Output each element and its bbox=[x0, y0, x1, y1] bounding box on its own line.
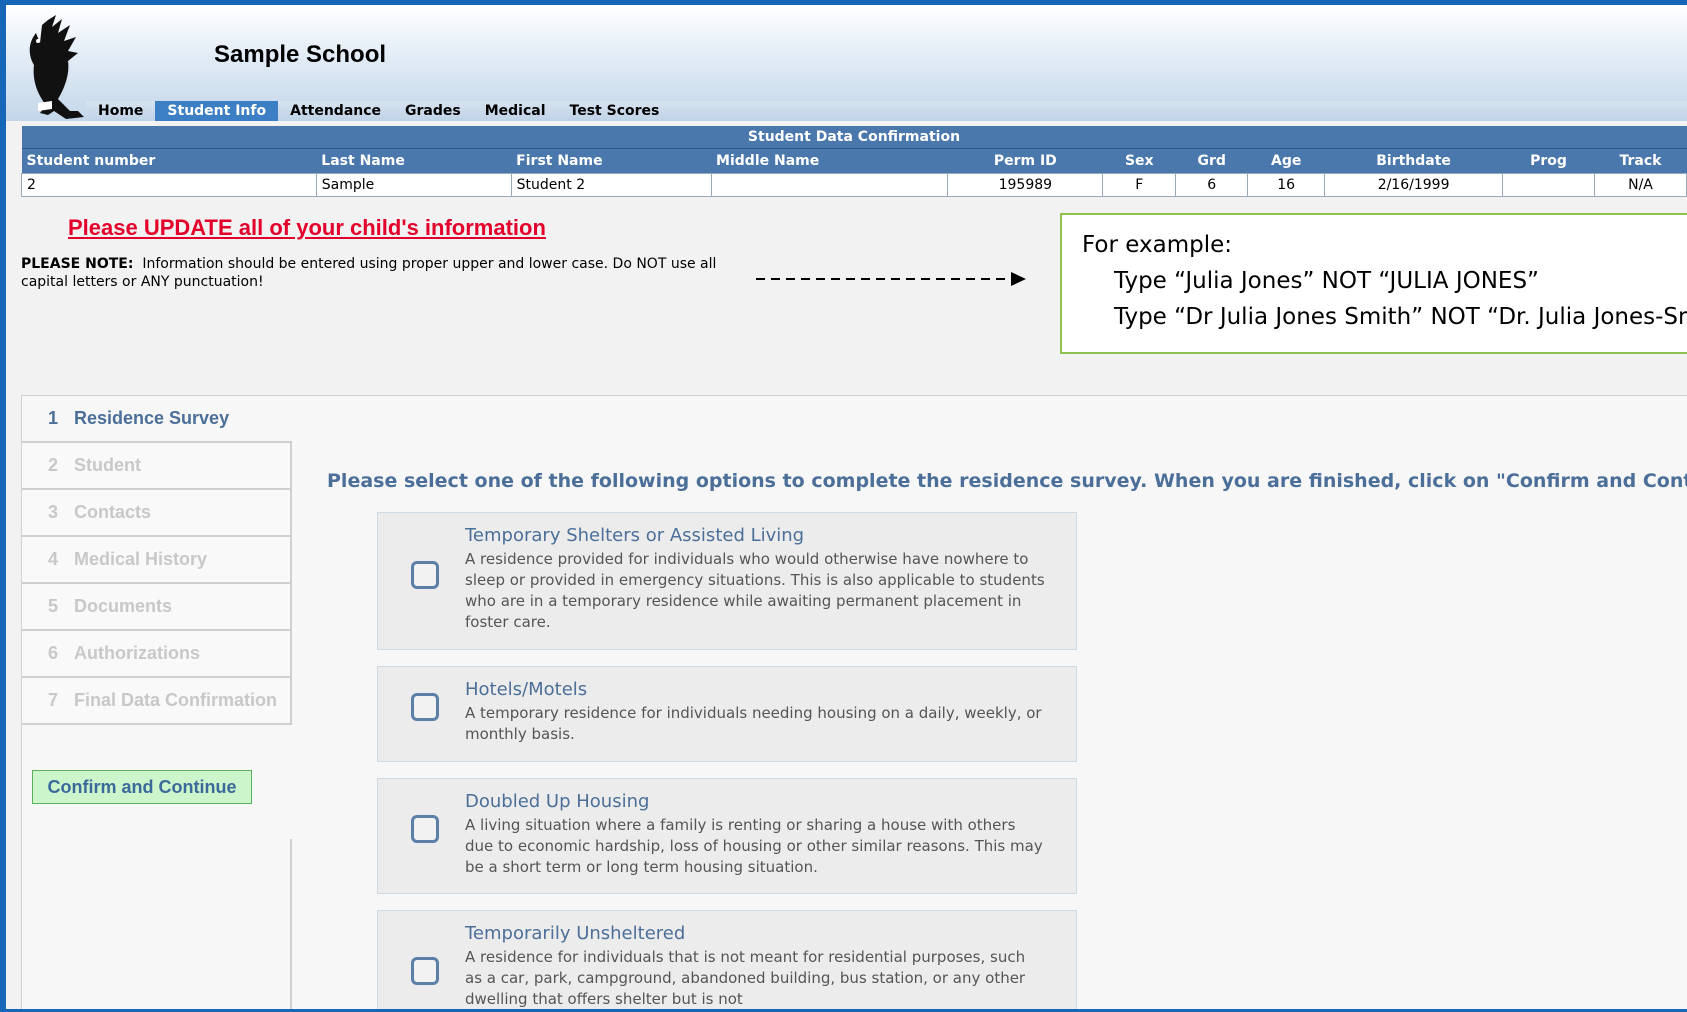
step-number: 3 bbox=[48, 502, 59, 522]
option-description: A living situation where a family is ren… bbox=[465, 816, 1043, 876]
school-name: Sample School bbox=[214, 41, 387, 68]
table-row: 2 Sample Student 2 195989 F 6 16 2/16/19… bbox=[21, 173, 1687, 197]
nav-grades[interactable]: Grades bbox=[393, 101, 473, 121]
confirm-and-continue-button[interactable]: Confirm and Continue bbox=[32, 770, 252, 804]
table-title: Student Data Confirmation bbox=[21, 126, 1687, 149]
col-perm-id: Perm ID bbox=[947, 148, 1103, 174]
option-description: A residence for individuals that is not … bbox=[465, 948, 1026, 1008]
option-title: Hotels/Motels bbox=[465, 679, 588, 700]
col-middle-name: Middle Name bbox=[711, 148, 948, 174]
step-contacts: 3 Contacts bbox=[22, 490, 292, 537]
col-prog: Prog bbox=[1502, 148, 1595, 174]
cell-student-number: 2 bbox=[21, 173, 317, 197]
note-label: PLEASE NOTE: bbox=[21, 256, 134, 272]
col-age: Age bbox=[1247, 148, 1325, 174]
option-temporarily-unsheltered[interactable]: Temporarily Unsheltered A residence for … bbox=[377, 910, 1077, 1009]
example-line-1: Type “Julia Jones” NOT “JULIA JONES” bbox=[1114, 268, 1539, 294]
dashed-arrow-icon bbox=[756, 272, 1026, 286]
col-track: Track bbox=[1594, 148, 1687, 174]
cell-track: N/A bbox=[1593, 173, 1687, 197]
wizard-steps: 1 Residence Survey 2 Student 3 Contacts … bbox=[22, 396, 292, 725]
option-doubled-up-housing[interactable]: Doubled Up Housing A living situation wh… bbox=[377, 778, 1077, 894]
option-description: A temporary residence for individuals ne… bbox=[465, 704, 1042, 743]
main-nav: Home Student Info Attendance Grades Medi… bbox=[86, 101, 1687, 121]
option-description: A residence provided for individuals who… bbox=[465, 550, 1045, 631]
option-temporary-shelters[interactable]: Temporary Shelters or Assisted Living A … bbox=[377, 512, 1077, 650]
example-heading: For example: bbox=[1082, 232, 1232, 258]
cell-last-name: Sample bbox=[315, 173, 512, 197]
step-number: 4 bbox=[48, 549, 59, 569]
option-hotels-motels[interactable]: Hotels/Motels A temporary residence for … bbox=[377, 666, 1077, 762]
step-residence-survey[interactable]: 1 Residence Survey bbox=[22, 396, 292, 443]
nav-home[interactable]: Home bbox=[86, 101, 155, 121]
step-number: 2 bbox=[48, 455, 59, 475]
nav-test-scores[interactable]: Test Scores bbox=[558, 101, 672, 121]
step-student: 2 Student bbox=[22, 443, 292, 490]
example-line-2: Type “Dr Julia Jones Smith” NOT “Dr. Jul… bbox=[1114, 304, 1687, 330]
step-label: Documents bbox=[74, 596, 173, 616]
cell-grade: 6 bbox=[1175, 173, 1249, 197]
step-label: Contacts bbox=[74, 502, 152, 522]
step-label: Medical History bbox=[74, 549, 208, 569]
cell-sex: F bbox=[1102, 173, 1177, 197]
cell-middle-name bbox=[710, 173, 949, 197]
cell-birthdate: 2/16/1999 bbox=[1324, 173, 1504, 197]
nav-medical[interactable]: Medical bbox=[473, 101, 558, 121]
col-sex: Sex bbox=[1102, 148, 1176, 174]
step-authorizations: 6 Authorizations bbox=[22, 631, 292, 678]
option-checkbox[interactable] bbox=[411, 561, 439, 589]
col-grade: Grd bbox=[1175, 148, 1248, 174]
step-number: 1 bbox=[48, 408, 59, 428]
step-label: Student bbox=[74, 455, 141, 475]
nav-attendance[interactable]: Attendance bbox=[278, 101, 393, 121]
col-student-number: Student number bbox=[21, 148, 317, 174]
survey-instruction: Please select one of the following optio… bbox=[327, 470, 1687, 492]
option-checkbox[interactable] bbox=[411, 815, 439, 843]
step-number: 6 bbox=[48, 643, 59, 663]
nav-student-info[interactable]: Student Info bbox=[155, 101, 279, 121]
step-label: Authorizations bbox=[74, 643, 200, 663]
student-data-table: Student Data Confirmation Student number… bbox=[21, 126, 1687, 197]
option-checkbox[interactable] bbox=[411, 693, 439, 721]
cell-perm-id: 195989 bbox=[947, 173, 1104, 197]
step-label: Final Data Confirmation bbox=[74, 690, 278, 710]
table-header-row: Student number Last Name First Name Midd… bbox=[21, 148, 1687, 174]
cell-first-name: Student 2 bbox=[510, 173, 712, 197]
app-window: Sample School Home Student Info Attendan… bbox=[6, 5, 1687, 1009]
step-medical-history: 4 Medical History bbox=[22, 537, 292, 584]
option-title: Doubled Up Housing bbox=[465, 791, 650, 812]
table-title-row: Student Data Confirmation bbox=[21, 126, 1687, 149]
example-box: For example: Type “Julia Jones” NOT “JUL… bbox=[1060, 213, 1687, 354]
col-first-name: First Name bbox=[511, 148, 712, 174]
steps-divider bbox=[290, 839, 292, 1009]
update-notice: Please UPDATE all of your child's inform… bbox=[68, 215, 546, 240]
header: Sample School Home Student Info Attendan… bbox=[6, 5, 1687, 121]
col-birthdate: Birthdate bbox=[1324, 148, 1503, 174]
option-checkbox[interactable] bbox=[411, 957, 439, 985]
option-title: Temporarily Unsheltered bbox=[465, 923, 686, 944]
step-final-data-confirmation: 7 Final Data Confirmation bbox=[22, 678, 292, 725]
wizard-panel: 1 Residence Survey 2 Student 3 Contacts … bbox=[21, 395, 1687, 1009]
option-title: Temporary Shelters or Assisted Living bbox=[465, 525, 805, 546]
step-number: 7 bbox=[48, 690, 59, 710]
col-last-name: Last Name bbox=[316, 148, 512, 174]
step-number: 5 bbox=[48, 596, 59, 616]
eagle-logo-icon bbox=[29, 15, 84, 119]
cell-age: 16 bbox=[1247, 173, 1326, 197]
step-label: Residence Survey bbox=[74, 408, 230, 428]
note-text-block: PLEASE NOTE: Information should be enter… bbox=[21, 255, 751, 291]
cell-prog bbox=[1502, 173, 1595, 197]
step-documents: 5 Documents bbox=[22, 584, 292, 631]
